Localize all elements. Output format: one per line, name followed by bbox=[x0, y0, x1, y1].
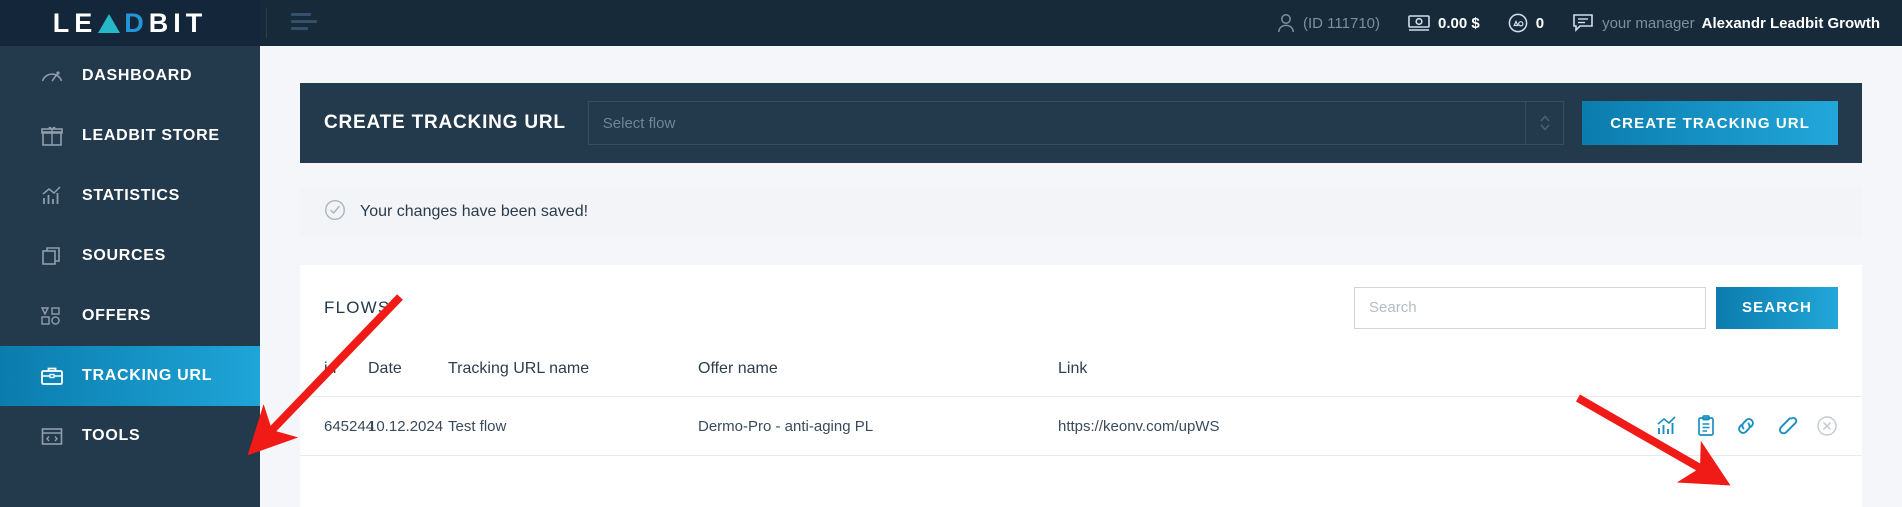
sidebar-item-tracking-url[interactable]: TRACKING URL bbox=[0, 346, 260, 406]
clipboard-icon[interactable] bbox=[1696, 415, 1716, 437]
sidebar-item-offers[interactable]: OFFERS bbox=[0, 286, 260, 346]
row-action-group bbox=[1618, 415, 1862, 437]
topbar-divider bbox=[266, 8, 267, 38]
create-panel-title: CREATE TRACKING URL bbox=[324, 112, 566, 133]
balance-block[interactable]: 0.00 $ bbox=[1408, 0, 1480, 46]
create-tracking-url-panel: CREATE TRACKING URL Select flow CREATE T… bbox=[300, 83, 1862, 163]
manager-name: Alexandr Leadbit Growth bbox=[1701, 14, 1880, 32]
shapes-icon bbox=[40, 304, 66, 328]
column-header-tracking-url-name[interactable]: Tracking URL name bbox=[448, 350, 698, 397]
flows-header: FLOWS SEARCH bbox=[300, 265, 1862, 350]
sidebar-item-label: STATISTICS bbox=[82, 187, 180, 204]
cell-link[interactable]: https://keonv.com/upWS bbox=[1058, 396, 1618, 456]
flows-table-head: id Date Tracking URL name Offer name Lin… bbox=[300, 350, 1862, 397]
search-button[interactable]: SEARCH bbox=[1716, 286, 1838, 329]
layers-icon bbox=[40, 244, 66, 268]
alert-message: Your changes have been saved! bbox=[360, 203, 589, 220]
manager-label: your manager bbox=[1602, 14, 1695, 32]
search-zone: SEARCH bbox=[1354, 286, 1838, 329]
link-chain-icon[interactable] bbox=[1734, 415, 1758, 437]
logo-letter-d: D bbox=[124, 7, 149, 38]
sidebar-item-label: TOOLS bbox=[82, 427, 141, 444]
flows-table: id Date Tracking URL name Offer name Lin… bbox=[300, 350, 1862, 456]
sidebar-item-statistics[interactable]: STATISTICS bbox=[0, 166, 260, 226]
user-id-label: (ID 111710) bbox=[1303, 14, 1381, 32]
user-icon bbox=[1277, 13, 1295, 33]
user-id-block[interactable]: (ID 111710) bbox=[1277, 0, 1380, 46]
offers-count: 0 bbox=[1535, 14, 1545, 32]
briefcase-icon bbox=[40, 364, 66, 388]
create-tracking-url-button[interactable]: CREATE TRACKING URL bbox=[1582, 101, 1838, 145]
cell-date: 10.12.2024 bbox=[368, 396, 448, 456]
edit-pencil-icon[interactable] bbox=[1776, 415, 1798, 437]
flows-title: FLOWS bbox=[324, 297, 391, 317]
main-content: CREATE TRACKING URL Select flow CREATE T… bbox=[260, 46, 1902, 507]
hamburger-menu-icon[interactable] bbox=[291, 12, 317, 34]
logo-triangle-a-icon bbox=[98, 13, 121, 33]
sidebar-item-sources[interactable]: SOURCES bbox=[0, 226, 260, 286]
cell-id: 645244 bbox=[300, 396, 374, 456]
table-header-row: id Date Tracking URL name Offer name Lin… bbox=[300, 350, 1862, 397]
cell-tracking-url-name: Test flow bbox=[448, 396, 698, 456]
offers-badge-icon bbox=[1508, 13, 1528, 33]
sidebar-item-label: OFFERS bbox=[82, 307, 152, 324]
statistics-icon[interactable] bbox=[1656, 416, 1678, 436]
logo-text-right: BIT bbox=[148, 7, 208, 38]
sidebar-item-label: SOURCES bbox=[82, 247, 167, 264]
chat-bubble-icon bbox=[1572, 13, 1594, 33]
balance-amount: 0.00 $ bbox=[1438, 14, 1480, 32]
flow-select-value: Select flow bbox=[602, 114, 676, 132]
column-header-offer-name[interactable]: Offer name bbox=[698, 350, 1058, 397]
sidebar-item-label: DASHBOARD bbox=[82, 67, 193, 84]
sidebar-item-label: LEADBIT STORE bbox=[82, 127, 220, 144]
topbar-right-group: (ID 111710) 0.00 $ 0 your manager Alexan… bbox=[1277, 0, 1902, 46]
column-header-actions bbox=[1618, 350, 1862, 397]
sidebar-item-tools[interactable]: TOOLS bbox=[0, 406, 260, 466]
cell-actions bbox=[1618, 396, 1862, 456]
delete-circle-icon[interactable] bbox=[1816, 415, 1838, 437]
logo[interactable]: LE D BIT bbox=[0, 0, 260, 46]
flows-table-body: 645244 10.12.2024 Test flow Dermo-Pro - … bbox=[300, 396, 1862, 456]
money-icon bbox=[1408, 14, 1430, 32]
column-header-id[interactable]: id bbox=[300, 350, 368, 397]
table-row[interactable]: 645244 10.12.2024 Test flow Dermo-Pro - … bbox=[300, 396, 1862, 456]
top-bar: LE D BIT (ID 111710) 0.00 $ 0 your manag… bbox=[0, 0, 1902, 46]
success-alert: Your changes have been saved! bbox=[300, 187, 1862, 237]
flows-card: FLOWS SEARCH id Da bbox=[300, 265, 1862, 507]
sidebar-item-label: TRACKING URL bbox=[82, 367, 213, 384]
sidebar-item-leadbit-store[interactable]: LEADBIT STORE bbox=[0, 106, 260, 166]
sidebar-item-dashboard[interactable]: DASHBOARD bbox=[0, 46, 260, 106]
flow-select[interactable]: Select flow bbox=[587, 101, 1565, 145]
flow-select-chevrons-icon[interactable] bbox=[1525, 102, 1563, 144]
search-input[interactable] bbox=[1354, 286, 1707, 329]
sidebar: DASHBOARD LEADBIT STORE STATISTICS SOURC… bbox=[0, 46, 260, 507]
check-circle-icon bbox=[324, 199, 346, 226]
bar-chart-icon bbox=[40, 184, 66, 208]
app-root: LE D BIT (ID 111710) 0.00 $ 0 your manag… bbox=[0, 0, 1902, 507]
column-header-link[interactable]: Link bbox=[1058, 350, 1618, 397]
manager-block[interactable]: your manager Alexandr Leadbit Growth bbox=[1572, 0, 1880, 46]
speedometer-icon bbox=[40, 64, 66, 88]
offers-counter-block[interactable]: 0 bbox=[1508, 0, 1544, 46]
store-icon bbox=[40, 124, 66, 148]
code-window-icon bbox=[40, 424, 66, 448]
column-header-date[interactable]: Date bbox=[368, 350, 448, 397]
cell-offer-name: Dermo-Pro - anti-aging PL bbox=[698, 396, 1058, 456]
logo-text-left: LE bbox=[52, 7, 98, 38]
